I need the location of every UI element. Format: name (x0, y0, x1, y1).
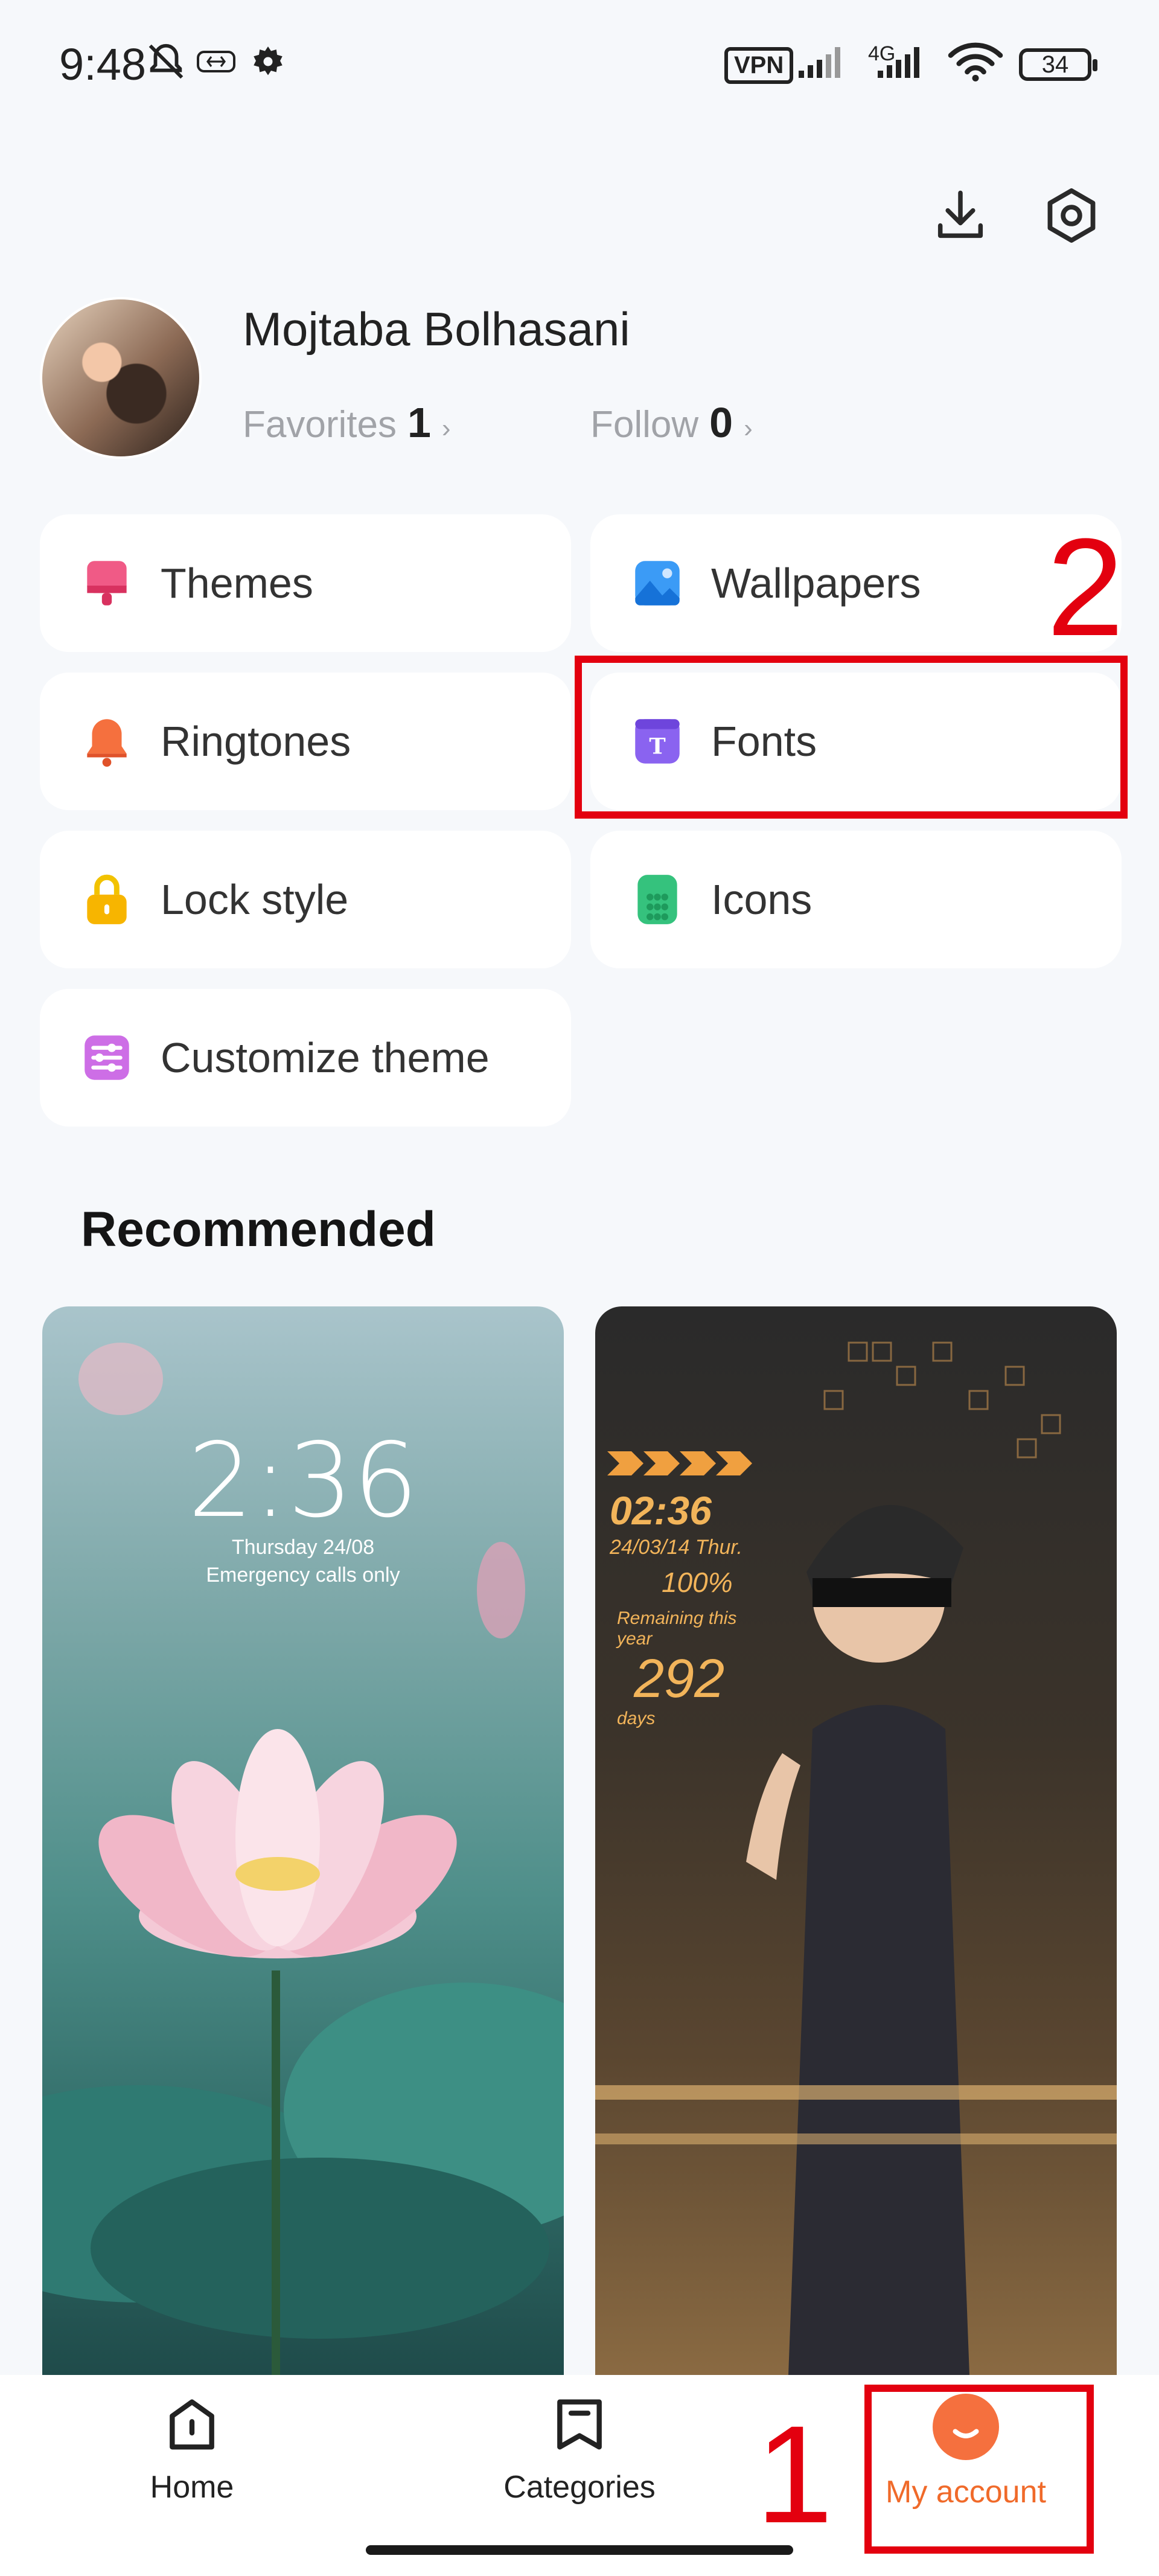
nav-label: Home (150, 2470, 234, 2505)
category-label: Wallpapers (711, 560, 921, 607)
settings-status-icon (250, 42, 286, 81)
battery-indicator: 34 (1019, 48, 1097, 81)
category-label: Ringtones (161, 718, 351, 765)
gear-icon (1047, 188, 1096, 243)
vpn-badge: VPN (724, 47, 794, 84)
recommended-theme-2[interactable]: 02:36 24/03/14 Thur. 100% Remaining this… (595, 1306, 1117, 2375)
favorites-label: Favorites (243, 404, 397, 446)
wifi-icon (947, 42, 1004, 81)
mute-icon (145, 42, 187, 81)
favorites-count: 1 (407, 399, 431, 446)
category-label: Lock style (161, 876, 349, 923)
signal-icon (797, 42, 851, 81)
signal-4g-icon (874, 42, 932, 81)
lock-time: 2:36 (188, 1421, 418, 1541)
categories-icon (557, 2399, 602, 2450)
category-wallpapers[interactable]: Wallpapers (590, 514, 1122, 652)
avatar[interactable] (40, 297, 202, 459)
category-ringtones[interactable]: Ringtones (40, 673, 571, 810)
recommended-title: Recommended (81, 1202, 436, 1257)
wallpaper-icon (628, 554, 687, 613)
nav-home[interactable]: Home (71, 2391, 313, 2548)
lock-time: 02:36 (610, 1488, 712, 1533)
anime-wallpaper-image (595, 1341, 1117, 2375)
nfc-icon (197, 42, 235, 81)
category-customize-theme[interactable]: Customize theme (40, 989, 571, 1127)
sliders-icon (77, 1028, 136, 1087)
follow-count: 0 (709, 399, 733, 446)
step-1-label: 1 (756, 2397, 833, 2552)
lock-date: 24/03/14 Thur. (610, 1536, 742, 1559)
home-indicator[interactable] (366, 2545, 793, 2555)
highlight-my-account (864, 2385, 1094, 2554)
settings-button[interactable] (1038, 182, 1105, 249)
lock-icon (77, 870, 136, 929)
remaining-label: Remaining this year (617, 1608, 737, 1649)
lock-note: Emergency calls only (206, 1564, 400, 1587)
favorites-link[interactable]: Favorites 1 › (243, 398, 451, 447)
category-label: Themes (161, 560, 313, 607)
category-icons[interactable]: Icons (590, 831, 1122, 968)
status-time: 9:48 (59, 39, 147, 89)
remaining-days: 292 (634, 1649, 725, 1709)
nav-categories[interactable]: Categories (459, 2391, 700, 2548)
battery-percent: 100% (662, 1567, 733, 1598)
download-icon (937, 190, 983, 238)
category-label: Icons (711, 876, 813, 923)
follow-label: Follow (590, 404, 699, 446)
home-icon (170, 2399, 214, 2450)
chevron-right-icon: › (441, 414, 451, 443)
step-2-label: 2 (1047, 510, 1124, 665)
theme-icon (77, 554, 136, 613)
recommended-theme-1[interactable]: 2:36 Thursday 24/08 Emergency calls only (42, 1306, 564, 2375)
nav-label: Categories (503, 2470, 656, 2505)
chevron-right-icon: › (744, 414, 753, 443)
follow-link[interactable]: Follow 0 › (590, 398, 753, 447)
highlight-fonts (575, 656, 1128, 819)
category-lock-style[interactable]: Lock style (40, 831, 571, 968)
bell-icon (77, 712, 136, 771)
download-button[interactable] (927, 182, 994, 249)
category-label: Customize theme (161, 1034, 490, 1081)
category-themes[interactable]: Themes (40, 514, 571, 652)
remaining-unit: days (617, 1708, 656, 1728)
grid-icon (628, 870, 687, 929)
lock-date: Thursday 24/08 (231, 1536, 375, 1559)
profile-name[interactable]: Mojtaba Bolhasani (243, 302, 630, 357)
